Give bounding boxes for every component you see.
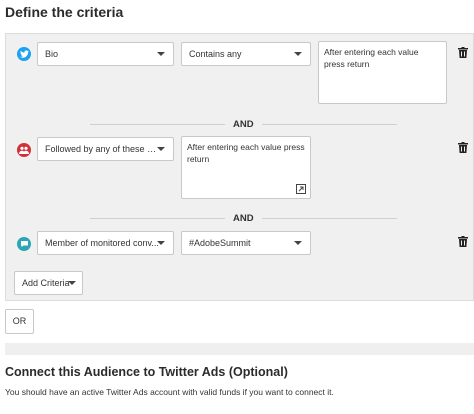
criteria-field-select-3[interactable]: Member of monitored conv... <box>37 231 174 255</box>
trash-icon[interactable] <box>458 47 468 58</box>
criteria-value: #AdobeSummit <box>189 238 251 248</box>
add-criteria-button[interactable]: Add Criteria <box>14 271 83 295</box>
criteria-value-input-1[interactable]: After entering each value press return <box>318 41 447 104</box>
and-connector: AND <box>233 119 254 130</box>
divider <box>262 124 397 125</box>
chevron-down-icon <box>294 52 302 56</box>
criteria-value-input-2[interactable]: After entering each value press return <box>181 136 311 199</box>
chevron-down-icon <box>294 241 302 245</box>
criteria-field-select-2[interactable]: Followed by any of these a... <box>37 137 174 161</box>
criteria-field-value: Member of monitored conv... <box>45 238 159 248</box>
criteria-field-value: Followed by any of these a... <box>45 144 159 154</box>
or-label: OR <box>12 316 27 326</box>
monitored-conversation-icon <box>17 237 31 251</box>
trash-icon[interactable] <box>458 142 468 153</box>
criteria-value-select-3[interactable]: #AdobeSummit <box>181 231 311 255</box>
chevron-down-icon <box>68 281 76 285</box>
criteria-operator-select-1[interactable]: Contains any <box>181 42 311 66</box>
trash-icon[interactable] <box>458 236 468 247</box>
page-title: Define the criteria <box>5 4 124 20</box>
section-title: Connect this Audience to Twitter Ads (Op… <box>5 365 288 379</box>
chevron-down-icon <box>157 241 165 245</box>
and-connector: AND <box>233 213 254 224</box>
criteria-operator-value: Contains any <box>189 49 242 59</box>
chevron-down-icon <box>157 52 165 56</box>
divider <box>90 218 225 219</box>
expand-icon[interactable] <box>296 184 306 194</box>
add-criteria-label: Add Criteria <box>22 278 70 288</box>
divider <box>262 218 397 219</box>
divider <box>90 124 225 125</box>
criteria-field-value: Bio <box>45 49 59 59</box>
criteria-panel: Bio Contains any After entering each val… <box>5 33 474 301</box>
section-divider-band <box>5 343 474 355</box>
twitter-bird-icon <box>17 47 31 61</box>
input-placeholder: After entering each value press return <box>187 142 305 164</box>
criteria-field-select-1[interactable]: Bio <box>37 42 174 66</box>
followers-icon <box>17 143 31 157</box>
or-button[interactable]: OR <box>5 309 34 334</box>
section-note: You should have an active Twitter Ads ac… <box>5 387 334 397</box>
chevron-down-icon <box>157 147 165 151</box>
input-placeholder: After entering each value press return <box>324 47 419 69</box>
